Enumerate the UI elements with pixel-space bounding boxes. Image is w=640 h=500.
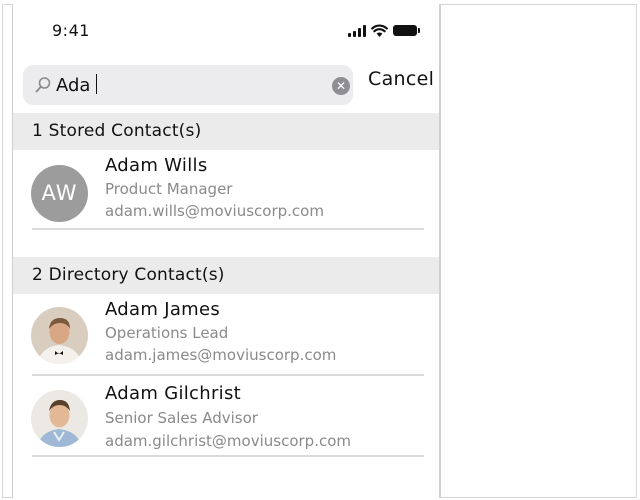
contact-email: adam.james@moviuscorp.com [105, 346, 337, 364]
search-bar[interactable]: ✕ [23, 65, 353, 105]
phone-screen: 9:41 ✕ Cancel 1 Stored Contact(s) AW Ada… [12, 4, 441, 498]
contact-title: Product Manager [105, 180, 233, 198]
contact-title: Senior Sales Advisor [105, 409, 258, 427]
contact-row[interactable]: AW Adam Wills Product Manager adam.wills… [13, 150, 439, 232]
avatar: AW [31, 165, 88, 222]
contact-name: Adam Gilchrist [105, 383, 242, 404]
divider [32, 455, 424, 457]
section-header-directory: 2 Directory Contact(s) [13, 257, 439, 294]
contact-name: Adam Wills [105, 155, 208, 176]
contact-row[interactable]: Adam James Operations Lead adam.james@mo… [13, 294, 439, 374]
cellular-signal-icon [348, 24, 366, 37]
section-title: 2 Directory Contact(s) [32, 265, 225, 285]
wifi-icon [371, 24, 388, 37]
section-title: 1 Stored Contact(s) [32, 121, 202, 141]
contact-email: adam.gilchrist@moviuscorp.com [105, 432, 351, 450]
battery-icon [393, 25, 420, 36]
status-icons [348, 24, 420, 37]
text-caret [96, 74, 97, 94]
section-header-stored: 1 Stored Contact(s) [13, 113, 439, 150]
divider [32, 228, 424, 230]
avatar [31, 390, 88, 447]
avatar [31, 307, 88, 364]
contact-email: adam.wills@moviuscorp.com [105, 202, 324, 220]
search-icon [35, 77, 51, 93]
contact-name: Adam James [105, 299, 221, 320]
contact-row[interactable]: Adam Gilchrist Senior Sales Advisor adam… [13, 376, 439, 456]
clear-search-icon[interactable]: ✕ [332, 77, 350, 95]
person-photo-icon [31, 307, 88, 364]
status-time: 9:41 [52, 21, 90, 40]
person-photo-icon [31, 390, 88, 447]
contact-title: Operations Lead [105, 324, 229, 342]
cancel-button[interactable]: Cancel [368, 68, 434, 90]
